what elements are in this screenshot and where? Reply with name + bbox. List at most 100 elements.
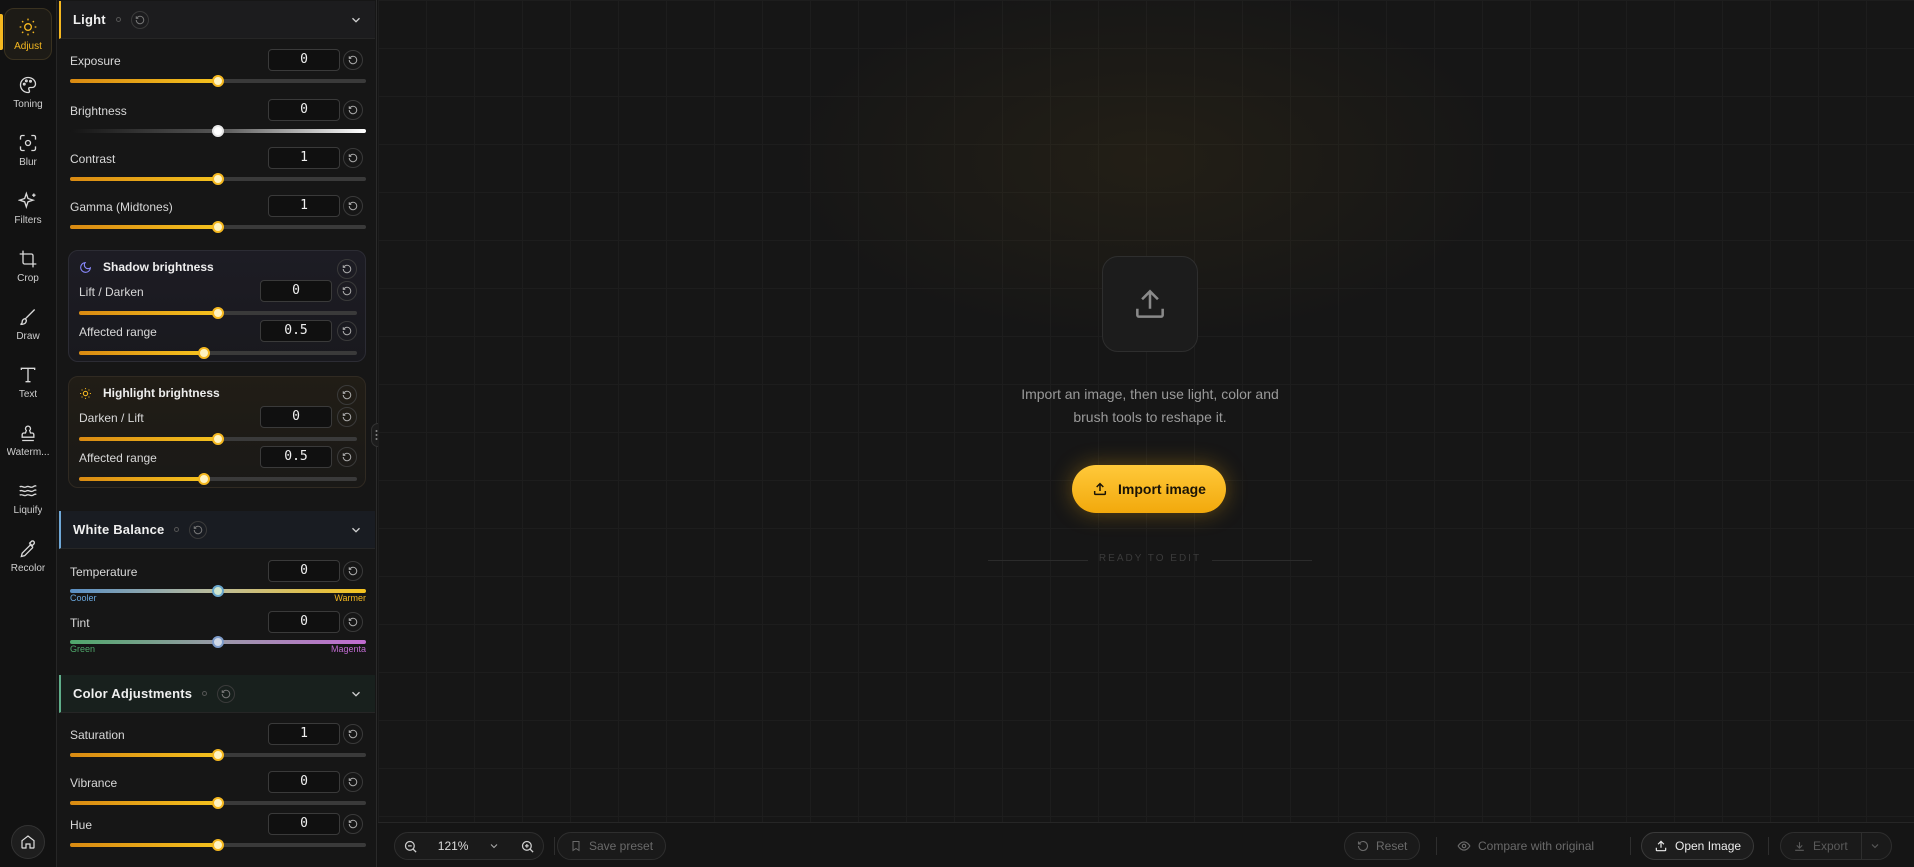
rail-item-label: Filters <box>14 214 42 226</box>
saturation-slider[interactable] <box>70 749 366 761</box>
hue-reset-button[interactable] <box>343 814 363 834</box>
temperature-reset-button[interactable] <box>343 561 363 581</box>
reset-button[interactable]: Reset <box>1344 832 1421 860</box>
chevron-down-icon[interactable] <box>1869 840 1881 852</box>
section-header-white-balance[interactable]: White Balance <box>59 511 375 549</box>
highlight-reset-button[interactable] <box>337 385 357 405</box>
shadow-lift-value-input[interactable]: 0 <box>260 280 332 302</box>
tint-max-label: Magenta <box>330 644 366 654</box>
highlight-range-reset-button[interactable] <box>337 447 357 467</box>
save-preset-button[interactable]: Save preset <box>557 832 667 860</box>
slider-thumb[interactable] <box>198 473 211 485</box>
chevron-down-icon[interactable] <box>349 523 363 537</box>
reset-icon <box>342 326 352 336</box>
chevron-down-icon[interactable] <box>488 840 500 852</box>
slider-thumb[interactable] <box>212 307 224 319</box>
hue-value-input[interactable]: 0 <box>268 813 340 835</box>
highlight-range-slider[interactable] <box>79 473 357 485</box>
contrast-value-input[interactable]: 1 <box>268 147 340 169</box>
exposure-reset-button[interactable] <box>343 50 363 70</box>
export-button[interactable]: Export <box>1780 832 1892 860</box>
exposure-slider[interactable] <box>70 75 366 87</box>
highlight-range-value-input[interactable]: 0.5 <box>260 446 332 468</box>
contrast-reset-button[interactable] <box>343 148 363 168</box>
rail-item-draw[interactable]: Draw <box>4 298 52 350</box>
temperature-max-label: Warmer <box>334 593 366 603</box>
tint-value-input[interactable]: 0 <box>268 611 340 633</box>
vibrance-slider[interactable] <box>70 797 366 809</box>
section-header-color-adjustments[interactable]: Color Adjustments <box>59 675 375 713</box>
zoom-level[interactable]: 121% <box>438 839 469 853</box>
brightness-reset-button[interactable] <box>343 100 363 120</box>
chevron-down-icon[interactable] <box>349 13 363 27</box>
slider-thumb[interactable] <box>212 75 224 87</box>
import-image-button[interactable]: Import image <box>1072 465 1226 513</box>
vibrance-reset-button[interactable] <box>343 772 363 792</box>
rail-item-watermark[interactable]: Waterm... <box>4 414 52 466</box>
shadow-lift-slider[interactable] <box>79 307 357 319</box>
upload-dropzone[interactable] <box>1102 256 1198 352</box>
split-divider <box>1860 832 1862 860</box>
home-icon <box>21 835 35 849</box>
rail-item-adjust[interactable]: Adjust <box>4 8 52 60</box>
open-image-button[interactable]: Open Image <box>1641 832 1755 860</box>
vibrance-value-input[interactable]: 0 <box>268 771 340 793</box>
tint-slider[interactable] <box>70 636 366 648</box>
saturation-reset-button[interactable] <box>343 724 363 744</box>
shadow-lift-reset-button[interactable] <box>337 281 357 301</box>
highlight-lift-reset-button[interactable] <box>337 407 357 427</box>
shadow-range-value-input[interactable]: 0.5 <box>260 320 332 342</box>
rail-item-blur[interactable]: Blur <box>4 124 52 176</box>
chevron-down-icon[interactable] <box>349 687 363 701</box>
brightness-slider[interactable] <box>70 125 366 137</box>
slider-thumb[interactable] <box>212 797 224 809</box>
slider-thumb[interactable] <box>212 433 224 445</box>
tint-min-label: Green <box>70 644 96 654</box>
temperature-slider[interactable] <box>70 585 366 597</box>
brightness-label: Brightness <box>70 104 127 118</box>
gamma-slider[interactable] <box>70 221 366 233</box>
section-reset-button[interactable] <box>189 520 208 539</box>
gamma-reset-button[interactable] <box>343 196 363 216</box>
highlight-lift-value-input[interactable]: 0 <box>260 406 332 428</box>
slider-thumb[interactable] <box>212 125 224 137</box>
card-title: Highlight brightness <box>103 386 220 400</box>
section-reset-button[interactable] <box>130 10 149 29</box>
rail-item-toning[interactable]: Toning <box>4 66 52 118</box>
sun-icon <box>19 18 37 35</box>
zoom-in-icon[interactable] <box>520 839 535 854</box>
reset-icon <box>348 617 358 627</box>
rail-item-recolor[interactable]: Recolor <box>4 530 52 582</box>
shadow-range-slider[interactable] <box>79 347 357 359</box>
empty-state-line-1: Import an image, then use light, color a… <box>1021 386 1279 402</box>
temperature-value-input[interactable]: 0 <box>268 560 340 582</box>
section-reset-button[interactable] <box>217 684 236 703</box>
section-header-light[interactable]: Light <box>59 1 375 39</box>
shadow-brightness-card: Shadow brightness Lift / Darken 0 Affect… <box>68 250 366 362</box>
editor-canvas[interactable]: Import an image, then use light, color a… <box>378 0 1914 822</box>
tint-reset-button[interactable] <box>343 612 363 632</box>
saturation-value-input[interactable]: 1 <box>268 723 340 745</box>
rail-item-text[interactable]: Text <box>4 356 52 408</box>
slider-thumb[interactable] <box>212 173 224 185</box>
compare-button[interactable]: Compare with original <box>1444 832 1607 860</box>
slider-thumb[interactable] <box>212 839 224 851</box>
shadow-range-reset-button[interactable] <box>337 321 357 341</box>
brightness-value-input[interactable]: 0 <box>268 99 340 121</box>
home-button[interactable] <box>11 825 45 859</box>
rail-item-crop[interactable]: Crop <box>4 240 52 292</box>
shadow-reset-button[interactable] <box>337 259 357 279</box>
slider-thumb[interactable] <box>212 585 224 597</box>
zoom-out-icon[interactable] <box>403 839 418 854</box>
rail-item-filters[interactable]: Filters <box>4 182 52 234</box>
slider-thumb[interactable] <box>212 636 224 648</box>
highlight-lift-slider[interactable] <box>79 433 357 445</box>
rail-item-liquify[interactable]: Liquify <box>4 472 52 524</box>
gamma-value-input[interactable]: 1 <box>268 195 340 217</box>
contrast-slider[interactable] <box>70 173 366 185</box>
slider-thumb[interactable] <box>198 347 211 359</box>
slider-thumb[interactable] <box>212 749 224 761</box>
hue-slider[interactable] <box>70 839 366 851</box>
slider-thumb[interactable] <box>212 221 224 233</box>
exposure-value-input[interactable]: 0 <box>268 49 340 71</box>
